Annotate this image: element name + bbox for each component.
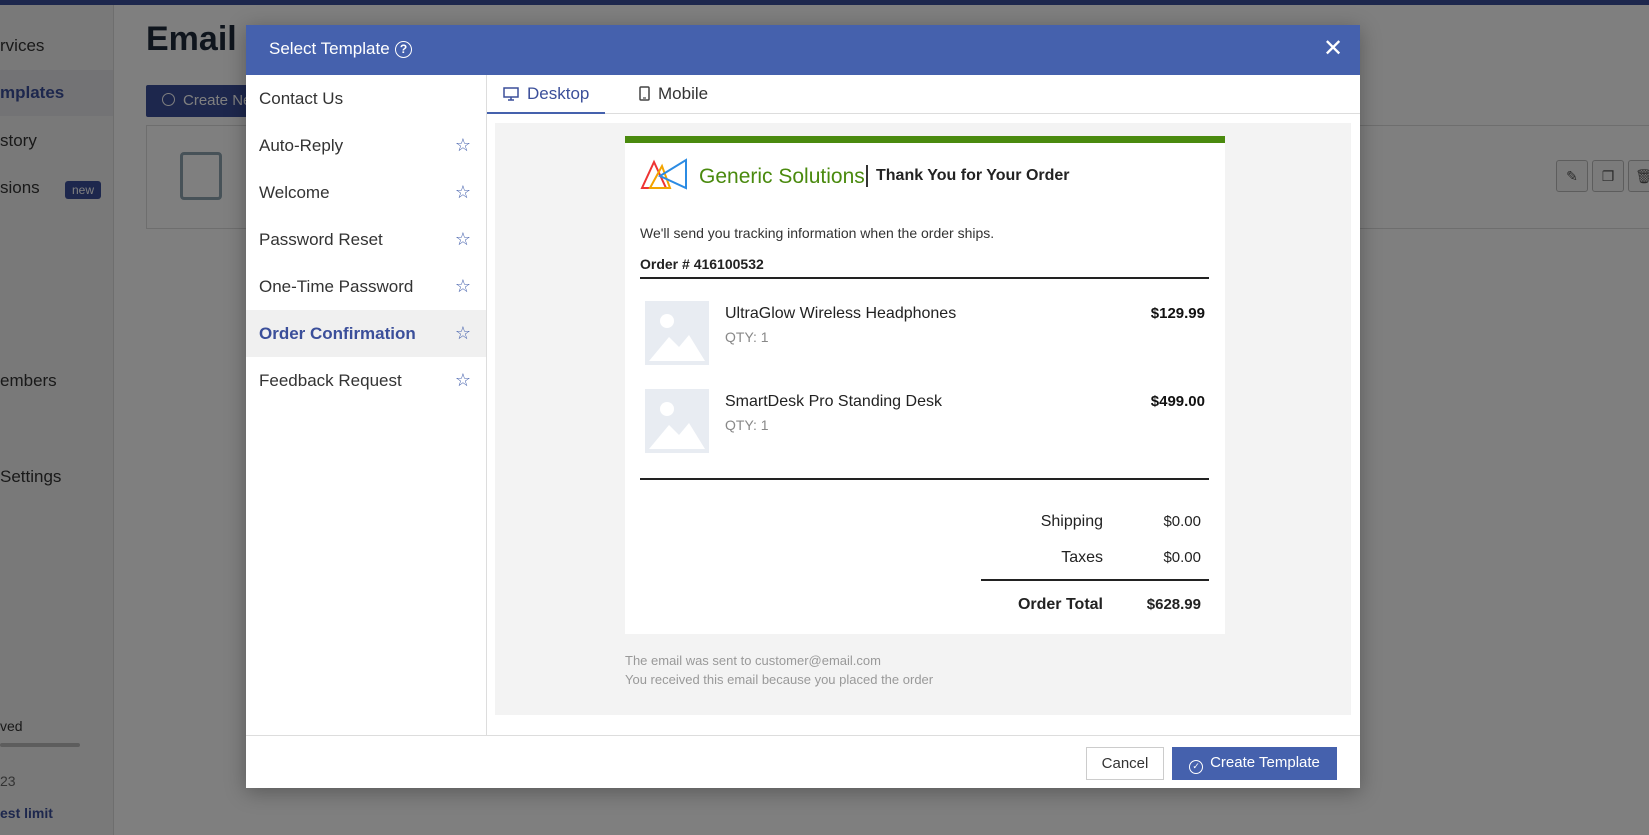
divider <box>866 165 868 187</box>
product-name: UltraGlow Wireless Headphones <box>725 305 957 322</box>
email-footer-reason: You received this email because you plac… <box>625 672 934 687</box>
star-icon[interactable]: ☆ <box>455 357 471 404</box>
modal-header: Select Template ? ✕ <box>246 25 1360 75</box>
star-icon[interactable]: ☆ <box>455 169 471 216</box>
shipping-label: Shipping <box>1040 513 1103 530</box>
template-item-one-time-password[interactable]: One-Time Password ☆ <box>246 263 486 310</box>
email-title: Thank You for Your Order <box>876 167 1070 184</box>
divider <box>981 579 1209 581</box>
create-template-label: Create Template <box>1210 753 1320 771</box>
product-qty: QTY: 1 <box>725 329 769 345</box>
brand-name: Generic Solutions <box>699 165 865 188</box>
create-template-button[interactable]: ✓ Create Template <box>1172 747 1337 780</box>
taxes-value: $0.00 <box>1163 549 1201 566</box>
email-footer-recipient: The email was sent to customer@email.com <box>625 653 881 668</box>
modal-title: Select Template <box>269 39 390 58</box>
template-label: One-Time Password <box>259 277 414 296</box>
product-qty: QTY: 1 <box>725 417 769 433</box>
tab-desktop[interactable]: Desktop <box>487 75 606 115</box>
order-total-value: $628.99 <box>1146 596 1201 613</box>
check-circle-icon: ✓ <box>1189 759 1204 774</box>
template-label: Feedback Request <box>259 371 402 390</box>
monitor-icon <box>503 77 519 115</box>
template-list: Contact Us Auto-Reply ☆ Welcome ☆ Password… <box>246 75 487 735</box>
template-label: Order Confirmation <box>259 324 416 343</box>
modal-footer: Cancel ✓ Create Template <box>246 735 1360 788</box>
template-item-welcome[interactable]: Welcome ☆ <box>246 169 486 216</box>
select-template-modal: Select Template ? ✕ Contact Us Auto-Repl… <box>246 25 1360 788</box>
product-image-placeholder <box>645 301 709 365</box>
divider <box>640 478 1209 480</box>
template-label: Auto-Reply <box>259 136 344 155</box>
phone-icon <box>639 77 650 115</box>
template-item-feedback-request[interactable]: Feedback Request ☆ <box>246 357 486 404</box>
product-image-placeholder <box>645 389 709 453</box>
shipping-value: $0.00 <box>1163 513 1201 530</box>
template-item-order-confirmation[interactable]: Order Confirmation ☆ <box>246 310 486 357</box>
tab-label: Desktop <box>527 84 590 103</box>
email-preview: Generic Solutions Thank You for Your Ord… <box>625 136 1225 634</box>
template-item-auto-reply[interactable]: Auto-Reply ☆ <box>246 122 486 169</box>
tab-label: Mobile <box>658 84 709 103</box>
template-item-password-reset[interactable]: Password Reset ☆ <box>246 216 486 263</box>
email-preview-area: Generic Solutions Thank You for Your Ord… <box>495 123 1351 715</box>
order-total-label: Order Total <box>1017 596 1103 613</box>
product-name: SmartDesk Pro Standing Desk <box>725 393 942 410</box>
product-price: $129.99 <box>1150 305 1205 322</box>
preview-tabs: Desktop Mobile <box>487 75 1360 114</box>
star-icon[interactable]: ☆ <box>455 263 471 310</box>
order-number: Order # 416100532 <box>640 256 764 272</box>
close-icon[interactable]: ✕ <box>1320 36 1346 62</box>
star-icon[interactable]: ☆ <box>455 216 471 263</box>
tab-mobile[interactable]: Mobile <box>623 75 724 114</box>
template-label: Contact Us <box>259 89 344 108</box>
template-label: Welcome <box>259 183 330 202</box>
product-price: $499.00 <box>1150 393 1205 410</box>
star-icon[interactable]: ☆ <box>455 122 471 169</box>
email-message: We'll send you tracking information when… <box>640 225 995 241</box>
star-icon[interactable]: ☆ <box>455 310 471 357</box>
brand-logo-icon <box>640 158 688 197</box>
template-label: Password Reset <box>259 230 383 249</box>
divider <box>640 277 1209 279</box>
template-item-contact-us[interactable]: Contact Us <box>246 75 486 122</box>
help-icon[interactable]: ? <box>395 41 412 58</box>
taxes-label: Taxes <box>1061 549 1103 566</box>
cancel-button[interactable]: Cancel <box>1086 747 1164 780</box>
